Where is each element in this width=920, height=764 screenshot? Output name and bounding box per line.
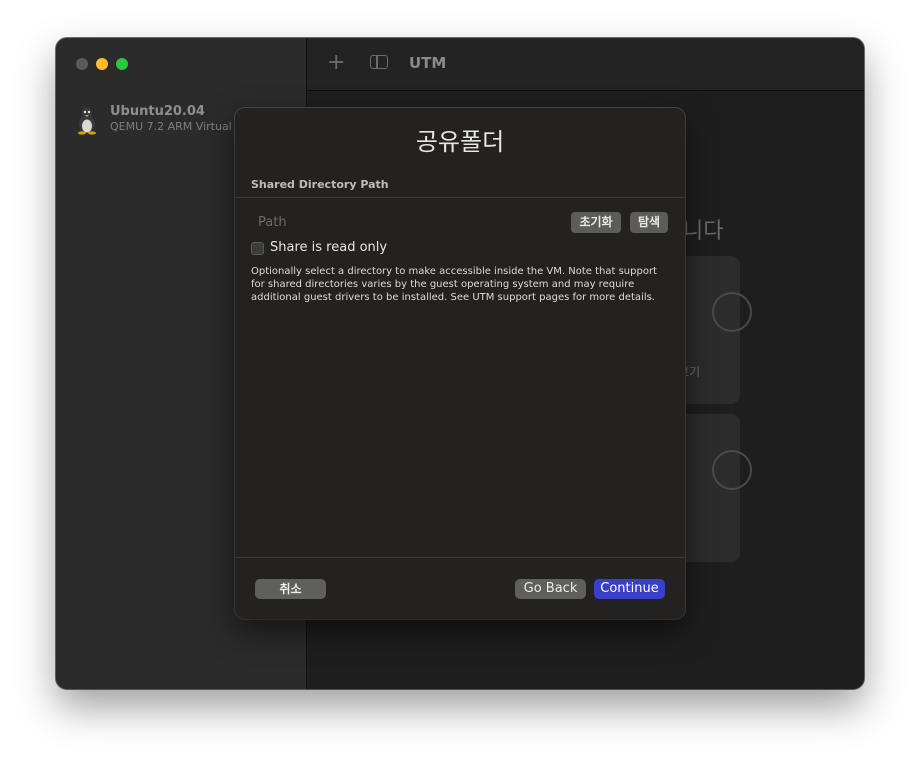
description-text: Optionally select a directory to make ac… — [251, 266, 657, 303]
card-icon — [712, 292, 752, 332]
footer-divider — [235, 557, 685, 558]
card-icon — [712, 450, 752, 490]
window-title: UTM — [409, 54, 447, 72]
go-back-button[interactable]: Go Back — [515, 579, 586, 599]
section-title: Shared Directory Path — [251, 178, 389, 191]
browse-button[interactable]: 탐색 — [630, 212, 668, 233]
dialog-title: 공유폴더 — [415, 128, 505, 156]
read-only-label[interactable]: Share is read only — [270, 240, 387, 255]
linux-penguin-icon — [78, 107, 96, 135]
divider — [235, 197, 685, 198]
path-field[interactable]: Path — [258, 215, 287, 230]
add-vm-icon[interactable]: + — [327, 50, 345, 76]
minimize-window-button[interactable] — [96, 58, 108, 70]
continue-button[interactable]: Continue — [594, 579, 665, 599]
vm-description: QEMU 7.2 ARM Virtual M — [110, 120, 245, 133]
read-only-checkbox[interactable] — [251, 242, 264, 255]
shared-folder-dialog: 공유폴더 Shared Directory Path Path 초기화 탐색 S… — [235, 108, 685, 619]
reset-button[interactable]: 초기화 — [571, 212, 621, 233]
background-heading: 니다 — [683, 219, 724, 244]
vm-name: Ubuntu20.04 — [110, 104, 205, 119]
maximize-window-button[interactable] — [116, 58, 128, 70]
cancel-button[interactable]: 취소 — [255, 579, 326, 599]
toggle-sidebar-icon[interactable] — [370, 55, 388, 69]
close-window-button[interactable] — [76, 58, 88, 70]
toolbar: + UTM — [307, 38, 864, 91]
